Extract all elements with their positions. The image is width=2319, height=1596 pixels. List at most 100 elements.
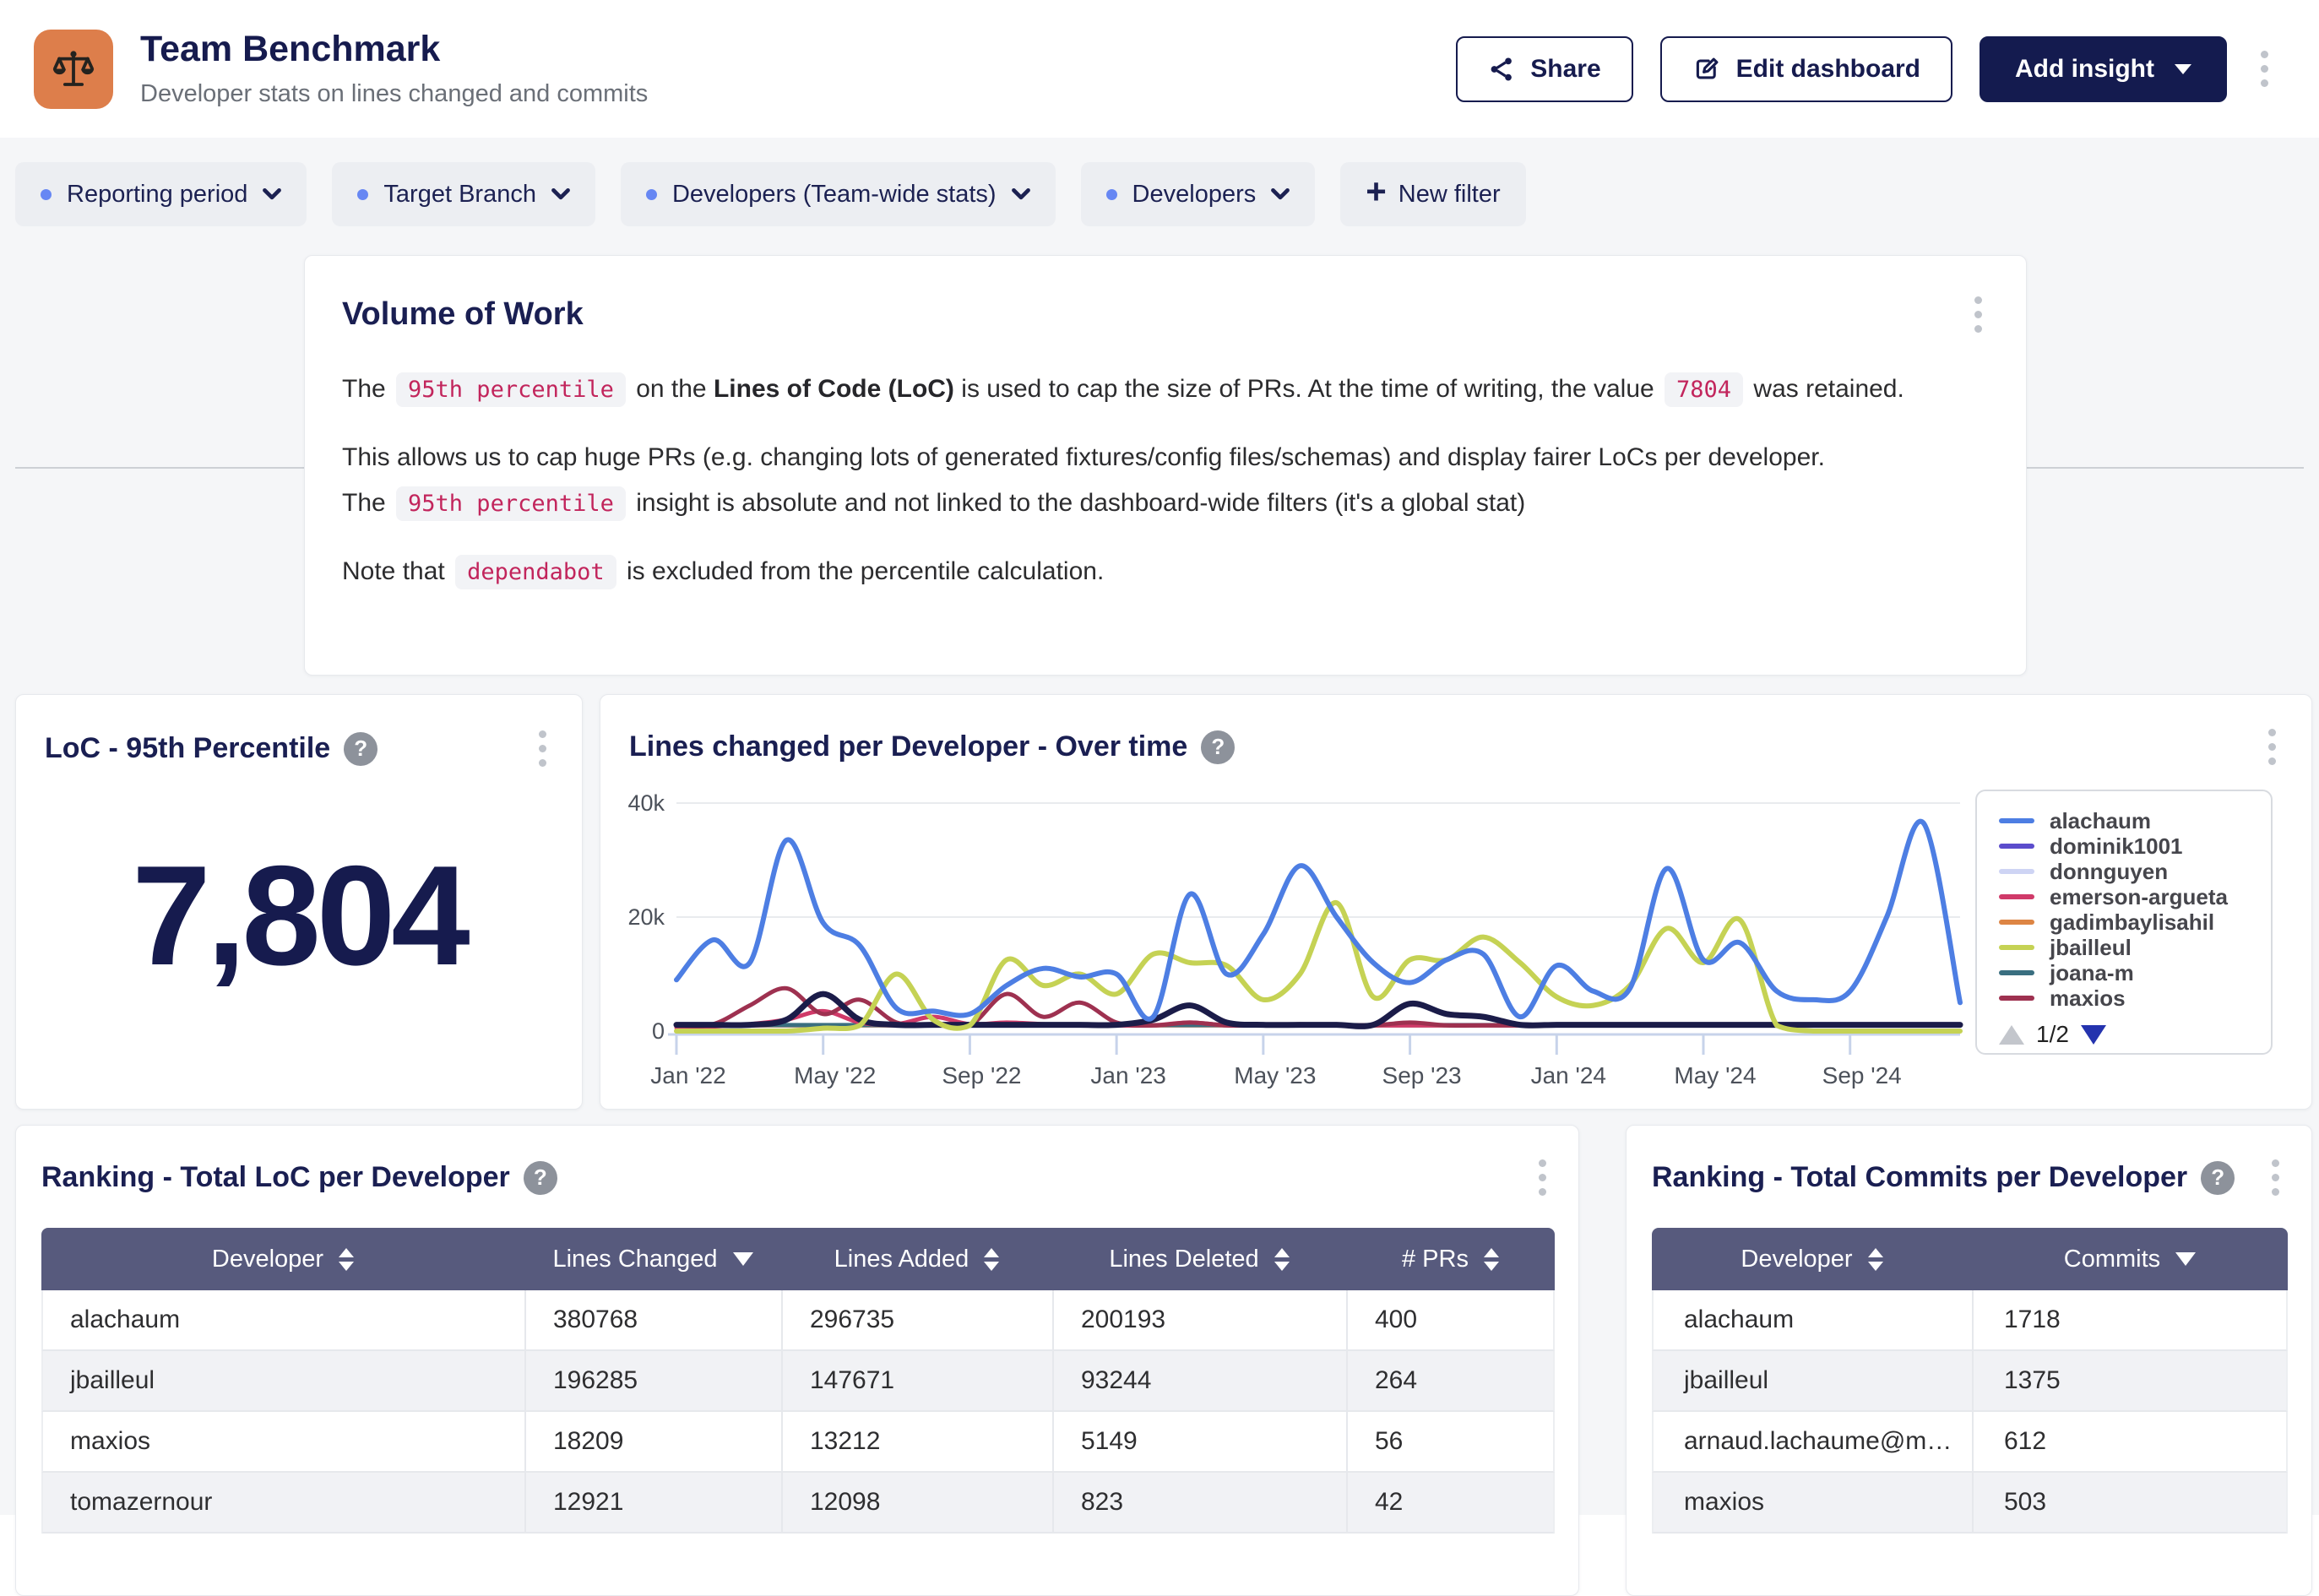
cell-lines-added: 12098 xyxy=(781,1473,1052,1534)
bold-text: Lines of Code (LoC) xyxy=(714,375,954,403)
cell-developer: maxios xyxy=(1652,1473,1972,1534)
column-header-prs[interactable]: # PRs xyxy=(1346,1228,1555,1290)
cell-lines-deleted: 5149 xyxy=(1052,1412,1346,1473)
card-kebab-menu[interactable] xyxy=(532,722,553,775)
header-kebab-menu[interactable] xyxy=(2254,42,2275,95)
cell-lines-added: 296735 xyxy=(781,1290,1052,1351)
legend-item-jbailleul[interactable]: jbailleul xyxy=(1999,935,2249,960)
column-header-developer[interactable]: Developer xyxy=(41,1228,524,1290)
help-icon[interactable]: ? xyxy=(1201,730,1235,764)
loc-95th-percentile-value: 7,804 xyxy=(45,834,553,997)
new-filter-label: New filter xyxy=(1398,181,1501,209)
filter-chip-developers-team-wide-stats[interactable]: Developers (Team-wide stats) xyxy=(621,162,1056,226)
svg-text:Jan '22: Jan '22 xyxy=(650,1062,725,1088)
column-header-commits[interactable]: Commits xyxy=(1972,1228,2288,1290)
svg-text:20k: 20k xyxy=(627,904,665,930)
share-icon xyxy=(1488,56,1515,83)
cell-prs: 56 xyxy=(1346,1412,1555,1473)
legend-item-gadimbaylisahil[interactable]: gadimbaylisahil xyxy=(1999,909,2249,935)
svg-text:0: 0 xyxy=(652,1018,665,1044)
commits-ranking-card: Ranking - Total Commits per Developer ? … xyxy=(1626,1125,2312,1596)
filter-chip-label: Target Branch xyxy=(383,181,536,209)
sort-desc-icon xyxy=(2175,1252,2196,1266)
legend-item-maxios[interactable]: maxios xyxy=(1999,985,2249,1011)
series-line-alachaum xyxy=(676,822,1960,1019)
series-color-swatch xyxy=(1999,844,2034,849)
legend-item-alachaum[interactable]: alachaum xyxy=(1999,808,2249,833)
cell-developer: alachaum xyxy=(1652,1290,1972,1351)
cell-commits: 612 xyxy=(1972,1412,2288,1473)
legend-item-label: maxios xyxy=(2050,985,2126,1012)
card-kebab-menu[interactable] xyxy=(2265,1151,2286,1204)
lines-changed-chart-card: Lines changed per Developer - Over time … xyxy=(600,694,2312,1110)
filter-chip-reporting-period[interactable]: Reporting period xyxy=(15,162,307,226)
filter-chip-developers[interactable]: Developers xyxy=(1081,162,1316,226)
new-filter-button[interactable]: + New filter xyxy=(1340,162,1525,226)
legend-item-emerson-argueta[interactable]: emerson-argueta xyxy=(1999,884,2249,909)
plus-icon: + xyxy=(1366,174,1387,209)
legend-pagination: 1/2 xyxy=(1999,1021,2249,1048)
legend-item-label: alachaum xyxy=(2050,808,2151,834)
cell-developer: maxios xyxy=(41,1412,524,1473)
svg-text:Jan '23: Jan '23 xyxy=(1090,1062,1165,1088)
line-chart: 40k20k0Jan '22May '22Sep '22Jan '23May '… xyxy=(622,771,1974,1109)
card-kebab-menu[interactable] xyxy=(1532,1151,1553,1204)
filter-dot-icon xyxy=(41,189,52,200)
card-title: Lines changed per Developer - Over time xyxy=(629,730,1187,763)
cell-commits: 503 xyxy=(1972,1473,2288,1534)
chevron-down-icon xyxy=(2175,64,2191,74)
filter-chip-target-branch[interactable]: Target Branch xyxy=(332,162,595,226)
edit-dashboard-button[interactable]: Edit dashboard xyxy=(1660,36,1952,102)
series-color-swatch xyxy=(1999,945,2034,950)
sort-icon xyxy=(1484,1248,1499,1271)
share-button-label: Share xyxy=(1530,55,1600,84)
table-row: jbailleul1375 xyxy=(1652,1351,2288,1412)
share-button[interactable]: Share xyxy=(1456,36,1632,102)
cell-developer: alachaum xyxy=(41,1290,524,1351)
cell-prs: 264 xyxy=(1346,1351,1555,1412)
table-header-row: Developer Commits xyxy=(1652,1228,2288,1290)
table-header-row: DeveloperLines ChangedLines AddedLines D… xyxy=(41,1228,1555,1290)
legend-page-indicator: 1/2 xyxy=(2036,1021,2069,1048)
chart-body: 40k20k0Jan '22May '22Sep '22Jan '23May '… xyxy=(600,766,2311,1109)
legend-item-label: donnguyen xyxy=(2050,859,2168,885)
column-label: # PRs xyxy=(1402,1246,1469,1273)
help-icon[interactable]: ? xyxy=(2201,1161,2235,1195)
page-title: Team Benchmark xyxy=(140,30,648,69)
help-icon[interactable]: ? xyxy=(344,732,377,766)
series-color-swatch xyxy=(1999,970,2034,975)
legend-item-donnguyen[interactable]: donnguyen xyxy=(1999,859,2249,884)
legend-page-up-icon[interactable] xyxy=(1999,1025,2024,1045)
filter-chip-label: Reporting period xyxy=(67,181,247,209)
commits-ranking-table: DeveloperCommitsalachaum1718jbailleul137… xyxy=(1652,1228,2288,1534)
column-header-lines-changed[interactable]: Lines Changed xyxy=(524,1228,781,1290)
chart-legend: alachaum dominik1001 donnguyen emerson-a… xyxy=(1975,790,2273,1055)
card-title: Ranking - Total LoC per Developer xyxy=(41,1161,510,1194)
column-header-lines-added[interactable]: Lines Added xyxy=(781,1228,1052,1290)
svg-text:Sep '23: Sep '23 xyxy=(1382,1062,1462,1088)
table-row: arnaud.lachaume@mae...612 xyxy=(1652,1412,2288,1473)
filter-dot-icon xyxy=(357,189,368,200)
help-icon[interactable]: ? xyxy=(524,1161,557,1195)
legend-item-joana-m[interactable]: joana-m xyxy=(1999,960,2249,985)
legend-item-dominik1001[interactable]: dominik1001 xyxy=(1999,833,2249,859)
chevron-down-icon xyxy=(1012,188,1030,200)
cell-developer: jbailleul xyxy=(41,1351,524,1412)
series-color-swatch xyxy=(1999,869,2034,874)
table-row: alachaum380768296735200193400 xyxy=(41,1290,1555,1351)
column-label: Developer xyxy=(1741,1246,1852,1273)
sort-icon xyxy=(984,1248,999,1271)
card-kebab-menu[interactable] xyxy=(1968,288,1989,341)
volume-paragraph: The 95th percentile on the Lines of Code… xyxy=(342,366,1989,411)
cell-lines-deleted: 823 xyxy=(1052,1473,1346,1534)
add-insight-button[interactable]: Add insight xyxy=(1980,36,2227,102)
legend-page-down-icon[interactable] xyxy=(2081,1025,2106,1045)
svg-text:40k: 40k xyxy=(627,790,665,816)
volume-paragraph: This allows us to cap huge PRs (e.g. cha… xyxy=(342,435,1989,525)
card-title: Volume of Work xyxy=(342,296,584,333)
column-header-lines-deleted[interactable]: Lines Deleted xyxy=(1052,1228,1346,1290)
dashboard-icon xyxy=(34,30,113,109)
dashboard-header: Team Benchmark Developer stats on lines … xyxy=(0,0,2319,138)
column-header-developer[interactable]: Developer xyxy=(1652,1228,1972,1290)
card-title: LoC - 95th Percentile xyxy=(45,732,330,765)
